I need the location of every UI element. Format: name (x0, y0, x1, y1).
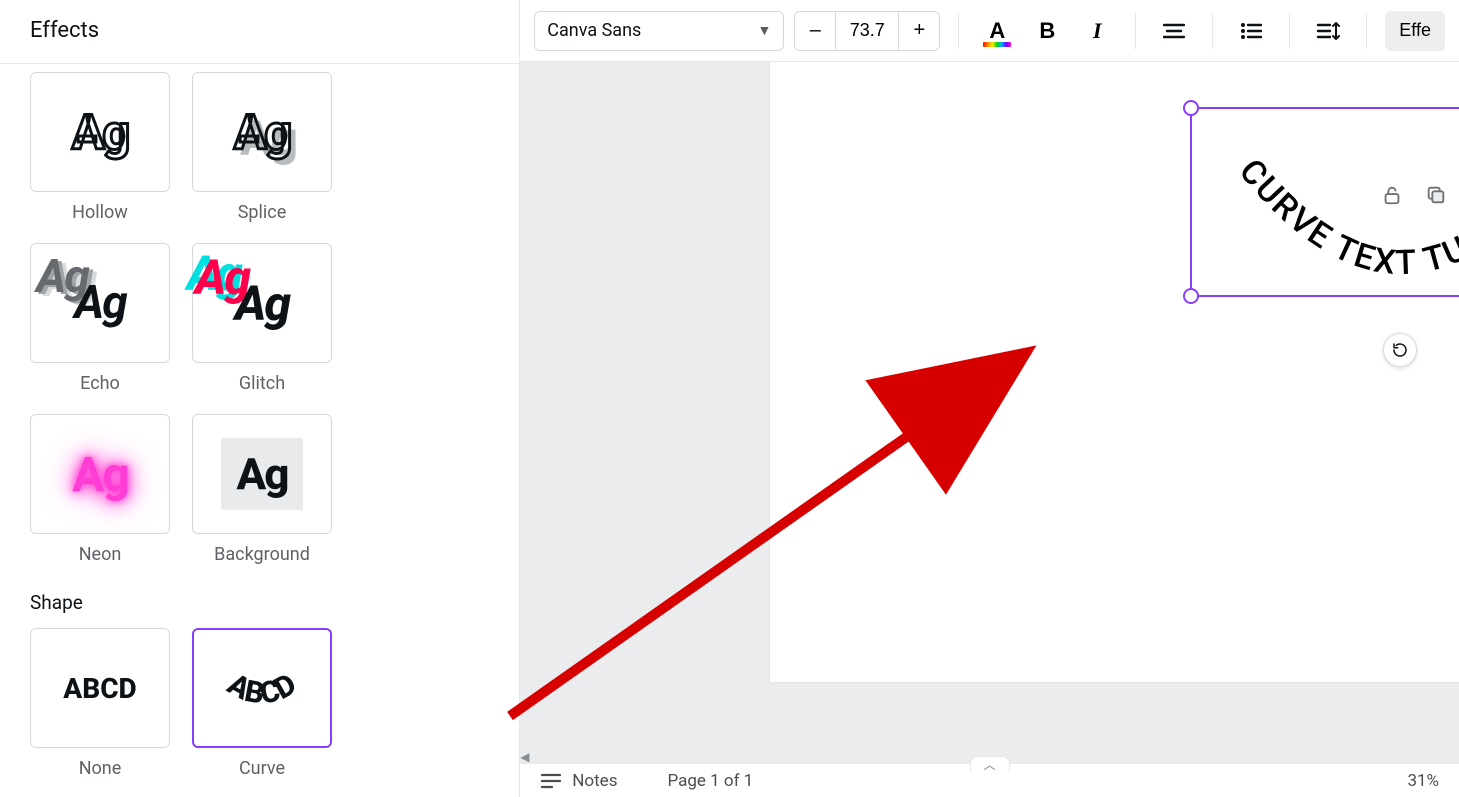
effect-glitch[interactable]: AgAgAg Glitch (192, 243, 332, 394)
glitch-icon: AgAgAg (235, 275, 289, 332)
page-indicator: Page 1 of 1 (667, 771, 753, 791)
effect-echo[interactable]: AgAgAgAg Echo (30, 243, 170, 394)
italic-icon: I (1093, 18, 1102, 44)
shape-none-icon: ABCD (63, 672, 136, 705)
neon-icon: Ag (72, 446, 128, 503)
italic-button[interactable]: I (1077, 11, 1117, 51)
align-button[interactable] (1154, 11, 1194, 51)
effect-label: Echo (80, 373, 120, 394)
spacing-button[interactable] (1308, 11, 1348, 51)
list-icon (1240, 22, 1262, 40)
shape-heading: Shape (30, 591, 489, 614)
rotate-handle[interactable] (1383, 333, 1417, 367)
zoom-level[interactable]: 31% (1407, 771, 1439, 791)
notes-button[interactable]: Notes (572, 771, 617, 791)
canvas-area[interactable]: CURVE TEXT TUTORIAL (520, 62, 1459, 797)
design-page[interactable]: CURVE TEXT TUTORIAL (770, 62, 1459, 682)
effect-background[interactable]: Ag Background (192, 414, 332, 565)
effect-splice[interactable]: AgAg Splice (192, 72, 332, 223)
shape-none[interactable]: ABCD None (30, 628, 170, 779)
effect-hollow[interactable]: Ag Hollow (30, 72, 170, 223)
shape-label: Curve (239, 758, 285, 779)
show-pages-button[interactable]: ︿ (970, 756, 1010, 772)
effect-label: Hollow (72, 202, 128, 223)
shape-curve-icon: ABCD (202, 648, 322, 728)
effect-neon[interactable]: Ag Neon (30, 414, 170, 565)
copy-icon (1425, 184, 1447, 206)
text-color-icon: A (989, 18, 1005, 44)
notes-icon (540, 772, 562, 790)
shape-curve[interactable]: ABCD Curve (192, 628, 332, 779)
font-size-decrease-button[interactable]: – (795, 11, 835, 51)
effect-label: Glitch (239, 373, 285, 394)
svg-text:ABCD: ABCD (221, 667, 302, 712)
font-size-input[interactable] (835, 11, 899, 51)
effects-button[interactable]: Effe (1385, 11, 1445, 51)
echo-icon: AgAgAgAg (74, 276, 125, 330)
bold-button[interactable]: B (1027, 11, 1067, 51)
status-bar: ︿ Notes Page 1 of 1 31% (520, 763, 1459, 797)
lock-icon (1381, 184, 1403, 206)
shape-label: None (79, 758, 122, 779)
list-button[interactable] (1231, 11, 1271, 51)
effect-label: Splice (238, 202, 287, 223)
font-name: Canva Sans (547, 20, 641, 41)
svg-text:CURVE TEXT TUTORIAL: CURVE TEXT TUTORIAL (1231, 152, 1459, 284)
duplicate-page-button[interactable] (1421, 180, 1451, 210)
effects-panel: Effects Ag Hollow AgAg Splice AgAgAgAg E… (0, 0, 520, 797)
effect-label: Background (214, 544, 310, 565)
font-size-increase-button[interactable]: + (899, 11, 939, 51)
align-center-icon (1163, 22, 1185, 40)
splice-icon: AgAg (234, 104, 290, 161)
lock-button[interactable] (1377, 180, 1407, 210)
font-family-select[interactable]: Canva Sans ▼ (534, 11, 784, 51)
hollow-icon: Ag (72, 104, 128, 161)
rotate-icon (1391, 341, 1409, 359)
bold-icon: B (1039, 18, 1055, 44)
text-toolbar: Canva Sans ▼ – + A B I (520, 0, 1459, 62)
panel-title: Effects (0, 0, 519, 64)
chevron-up-icon: ︿ (984, 756, 996, 773)
background-icon: Ag (221, 438, 304, 510)
chevron-down-icon: ▼ (757, 22, 771, 39)
scroll-left-icon: ◀ (520, 750, 534, 764)
effect-label: Neon (79, 544, 122, 565)
text-color-button[interactable]: A (977, 11, 1017, 51)
spacing-icon (1316, 21, 1340, 41)
